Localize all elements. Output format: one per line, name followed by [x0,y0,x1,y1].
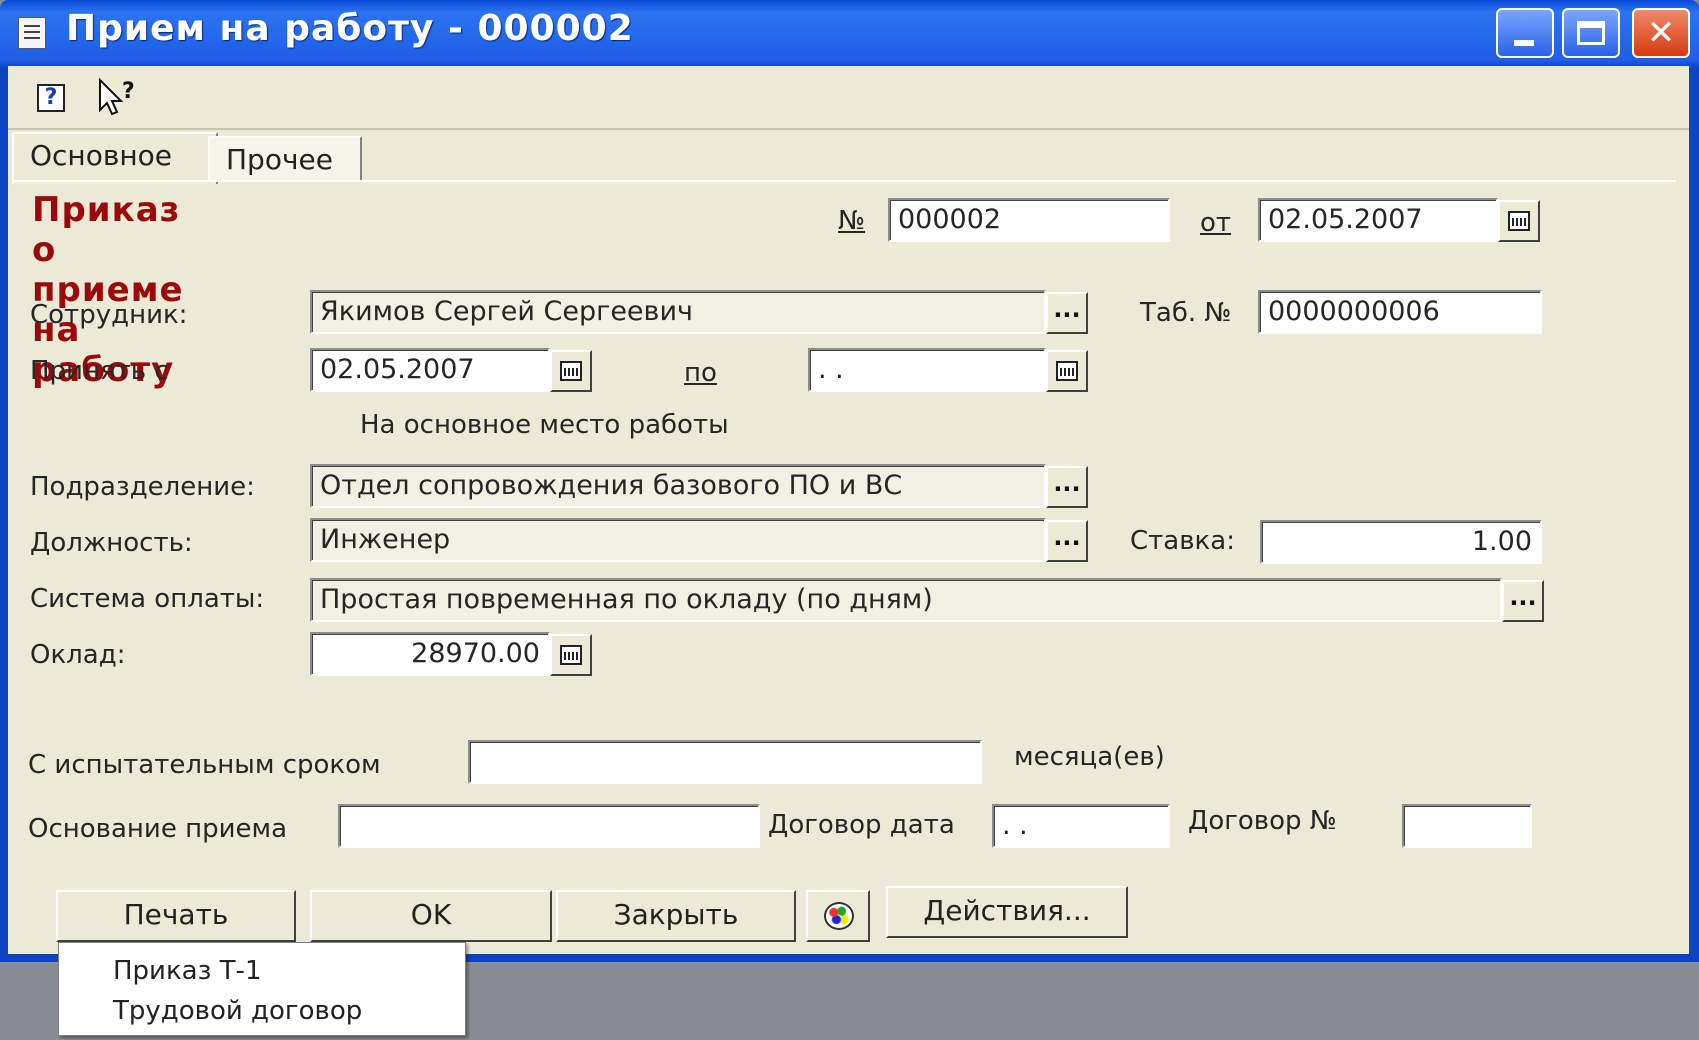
contract-number-label: Договор № [1188,806,1337,836]
window-title: Прием на работу - 000002 [66,8,634,49]
help-icon: ? [37,84,65,112]
rate-label: Ставка: [1130,526,1235,556]
months-label: месяца(ев) [1014,742,1165,772]
print-button[interactable]: Печать [56,890,296,942]
menu-item-order-t1[interactable]: Приказ Т-1 [59,951,465,991]
tab-strip: Основное Прочее [12,132,1682,184]
payment-system-field[interactable]: Простая повременная по окладу (по дням) [310,578,1502,622]
payment-system-select-button[interactable]: ... [1502,580,1544,622]
tab-number-field[interactable]: 0000000006 [1258,290,1542,334]
calendar-icon[interactable] [1498,200,1540,242]
contract-date-label: Договор дата [768,810,955,840]
employee-field[interactable]: Якимов Сергей Сергеевич [310,290,1046,334]
app-window: Прием на работу - 000002 ✕ ? ? Основное … [0,0,1699,962]
hire-to-label: по [684,358,717,388]
department-field[interactable]: Отдел сопровождения базового ПО и ВС [310,464,1046,508]
tab-other[interactable]: Прочее [208,136,362,182]
menu-item-labor-contract[interactable]: Трудовой договор [59,991,465,1031]
calendar-icon[interactable] [550,350,592,392]
payment-system-label: Система оплаты: [30,584,265,614]
department-select-button[interactable]: ... [1046,466,1088,508]
basis-field[interactable] [338,804,760,848]
maximize-button[interactable] [1562,8,1620,58]
contract-date-field[interactable]: . . [992,804,1170,848]
department-label: Подразделение: [30,472,255,502]
print-dropdown-menu: Приказ Т-1 Трудовой договор [58,942,466,1036]
salary-label: Оклад: [30,640,126,670]
rate-field[interactable]: 1.00 [1260,520,1542,564]
hire-from-label: Принять с [30,356,169,386]
palette-button[interactable] [806,890,870,942]
main-job-label: На основное место работы [360,410,729,440]
position-label: Должность: [30,528,193,558]
minimize-button[interactable] [1496,8,1554,58]
employee-label: Сотрудник: [30,300,188,330]
document-icon [18,17,46,49]
palette-icon [824,902,854,930]
close-icon: ✕ [1646,13,1676,53]
title-bar[interactable]: Прием на работу - 000002 ✕ [0,0,1699,66]
tab-main[interactable]: Основное [12,132,218,184]
help-button[interactable]: ? [30,76,76,120]
number-field[interactable]: 000002 [888,198,1170,242]
employee-select-button[interactable]: ... [1046,292,1088,334]
position-select-button[interactable]: ... [1046,520,1088,562]
hire-from-field[interactable]: 02.05.2007 [310,348,550,392]
probation-label: С испытательным сроком [28,750,381,780]
basis-label: Основание приема [28,814,288,844]
date-field[interactable]: 02.05.2007 [1258,198,1498,242]
hire-to-field[interactable]: . . [808,348,1046,392]
ok-button[interactable]: OK [310,890,552,942]
whats-this-button[interactable]: ? [94,76,140,120]
salary-field[interactable]: 28970.00 [310,632,550,676]
actions-button[interactable]: Действия... [886,886,1128,938]
window-client-area: ? ? Основное Прочее Приказ о приеме на р… [8,66,1689,954]
svg-text:?: ? [122,79,135,104]
position-field[interactable]: Инженер [310,518,1046,562]
calculator-icon[interactable] [550,634,592,676]
minimize-icon [1498,10,1552,56]
close-window-button[interactable]: ✕ [1632,8,1690,58]
close-button[interactable]: Закрыть [556,890,796,942]
calendar-icon[interactable] [1046,350,1088,392]
number-label: № [838,206,866,236]
tab-number-label: Таб. № [1140,298,1232,328]
contract-number-field[interactable] [1402,804,1532,848]
tab-divider [12,180,1676,182]
whats-this-icon: ? [99,77,135,116]
toolbar: ? ? [8,66,1689,130]
date-label: от [1200,208,1232,238]
probation-field[interactable] [468,740,982,784]
maximize-icon [1564,10,1618,56]
